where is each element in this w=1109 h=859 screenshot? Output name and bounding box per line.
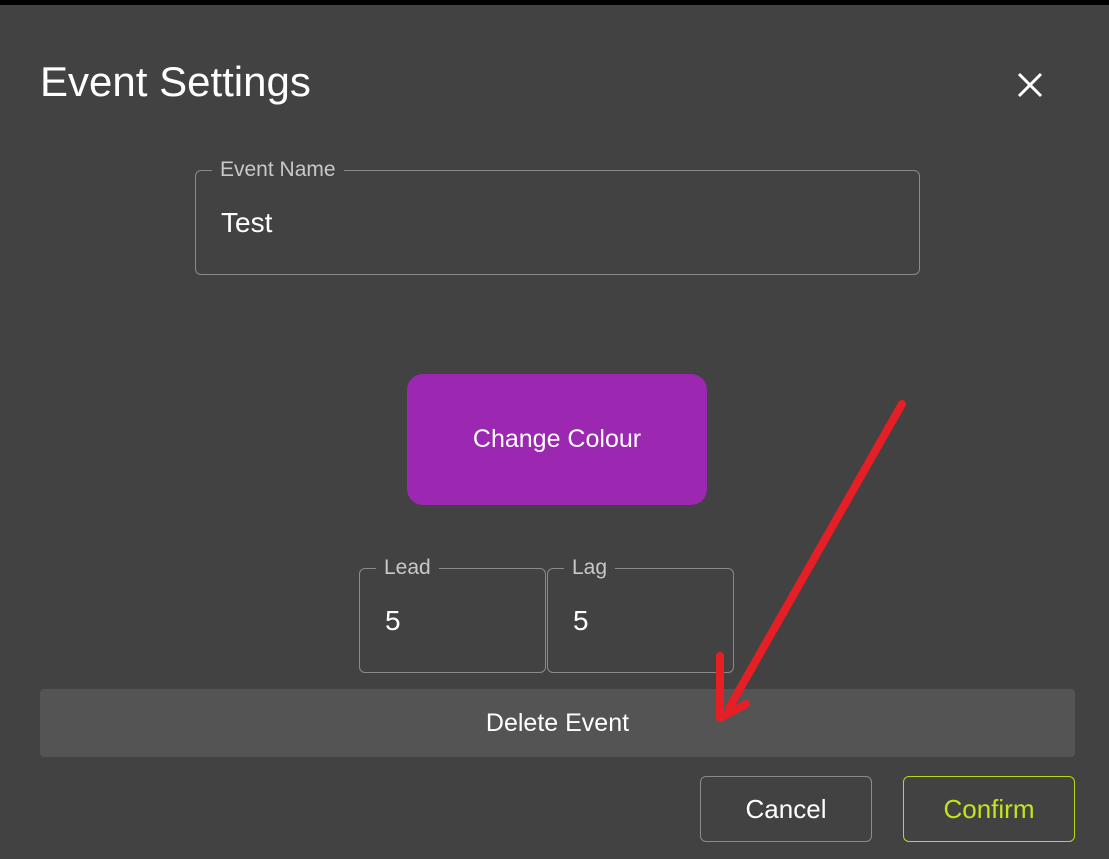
close-icon [1017, 72, 1043, 98]
lag-value[interactable]: 5 [573, 605, 589, 637]
lead-field[interactable]: Lead 5 [359, 556, 546, 673]
lead-value[interactable]: 5 [385, 605, 401, 637]
event-name-field[interactable]: Event Name Test [195, 158, 920, 275]
confirm-button[interactable]: Confirm [903, 776, 1075, 842]
event-name-label: Event Name [212, 158, 344, 182]
lag-label: Lag [564, 556, 616, 580]
cancel-button[interactable]: Cancel [700, 776, 872, 842]
lag-field[interactable]: Lag 5 [547, 556, 734, 673]
lead-label: Lead [376, 556, 439, 580]
change-colour-button[interactable]: Change Colour [407, 374, 707, 505]
event-settings-dialog: Event Settings Event Name Test Change Co… [0, 5, 1109, 859]
delete-event-button[interactable]: Delete Event [40, 689, 1075, 757]
dialog-title: Event Settings [40, 58, 311, 105]
event-name-value[interactable]: Test [221, 207, 272, 239]
close-button[interactable] [1008, 63, 1052, 107]
